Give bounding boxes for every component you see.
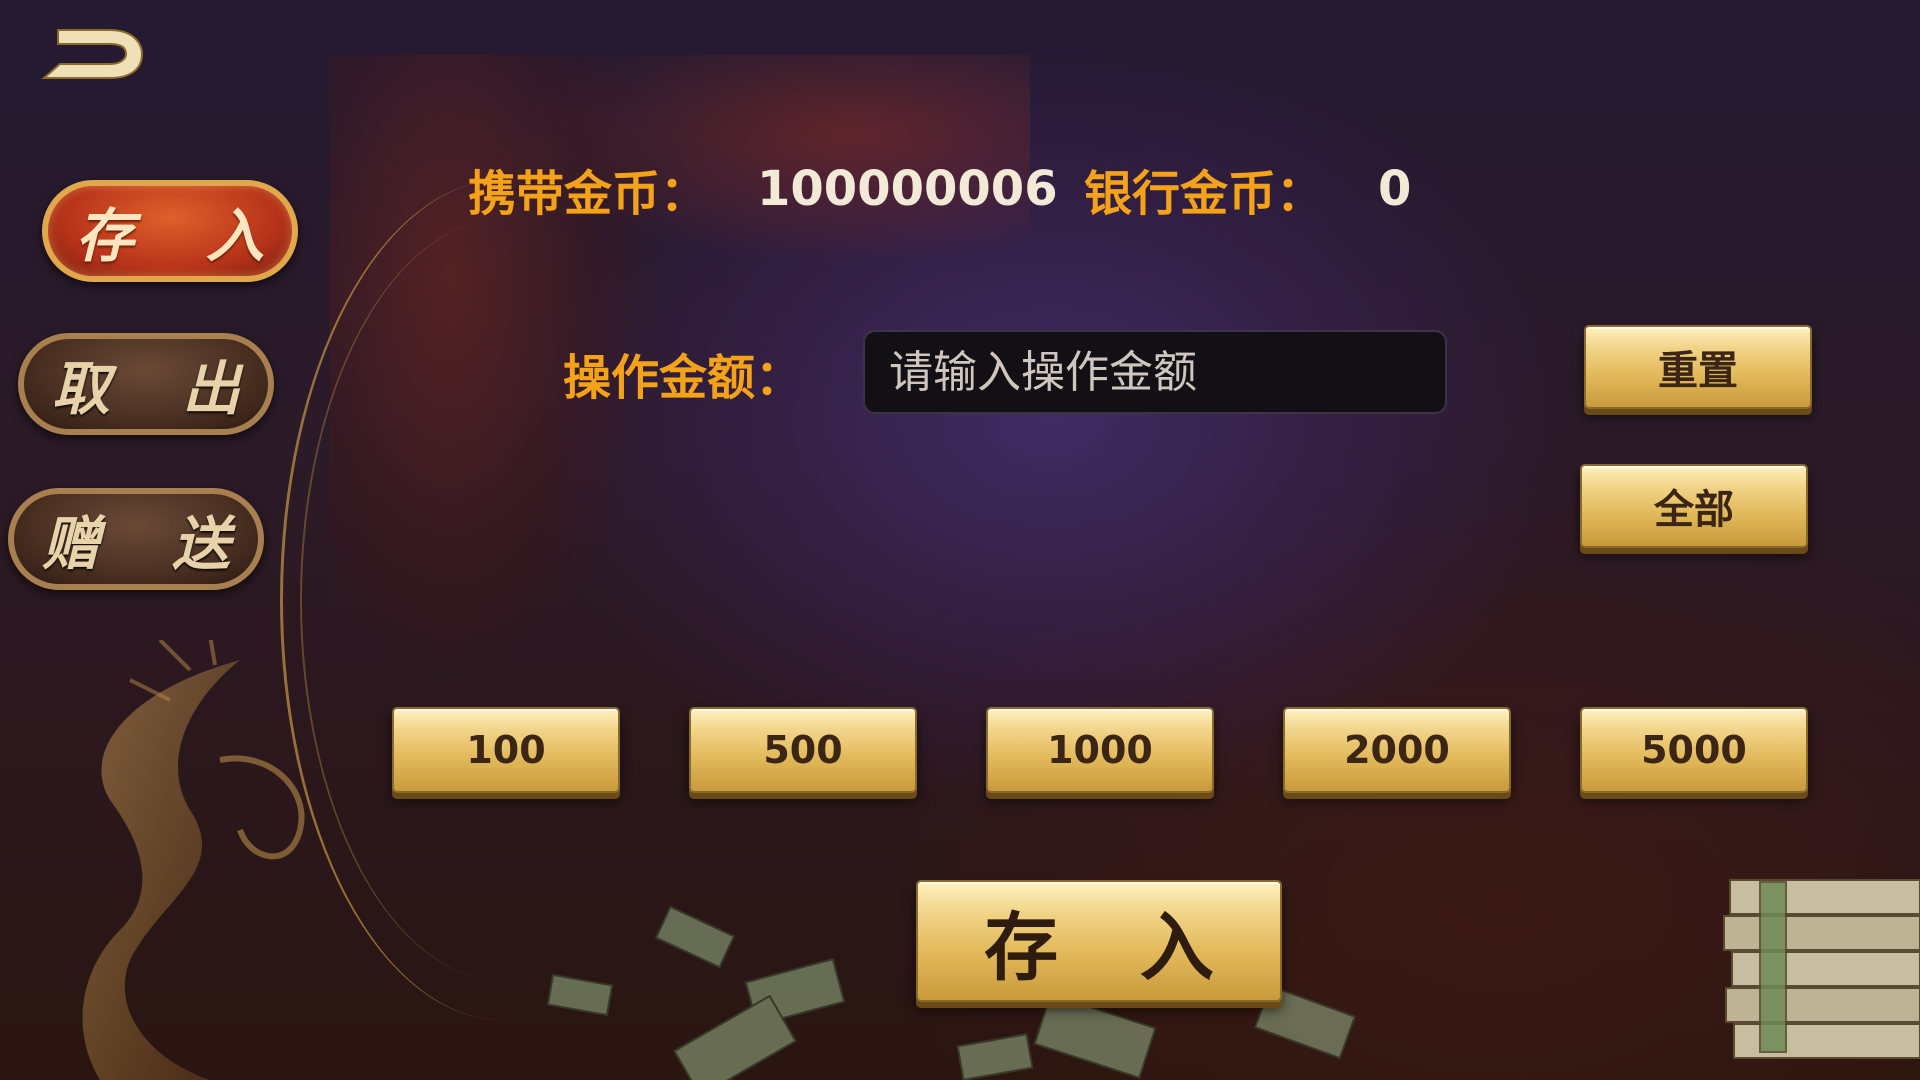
gold-arc-decoration-inner [300,220,502,980]
quick-amount-label: 100 [466,728,546,772]
operation-amount-input[interactable] [863,330,1447,414]
carry-coins-value: 100000006 [757,161,1058,217]
deposit-submit-label: 存 入 [984,904,1242,991]
reset-button[interactable]: 重置 [1584,325,1812,409]
tab-gift-label: 赠 送 [41,510,257,578]
quick-amount-1000-button[interactable]: 1000 [986,707,1214,793]
quick-amount-500-button[interactable]: 500 [689,707,917,793]
tab-deposit[interactable]: 存 入 [42,180,298,282]
tab-deposit-label: 存 入 [75,202,291,270]
quick-amount-2000-button[interactable]: 2000 [1283,707,1511,793]
back-arrow-icon [41,29,144,79]
quick-amount-label: 500 [763,728,843,772]
bank-screen: 存 入 取 出 赠 送 携带金币： 100000006 银行金币： 0 操作金额… [0,0,1920,1080]
all-button[interactable]: 全部 [1580,464,1808,548]
reset-button-label: 重置 [1658,348,1738,394]
gold-arc-decoration [280,180,503,1020]
carry-coins-label: 携带金币： [468,166,709,222]
quick-amount-label: 1000 [1047,728,1153,772]
tab-withdraw[interactable]: 取 出 [18,333,274,435]
quick-amount-100-button[interactable]: 100 [392,707,620,793]
bank-coins-value: 0 [1378,161,1412,217]
back-button[interactable] [38,16,148,86]
operation-amount-label: 操作金额： [563,350,804,406]
quick-amount-label: 2000 [1344,728,1450,772]
quick-amount-5000-button[interactable]: 5000 [1580,707,1808,793]
quick-amount-label: 5000 [1641,728,1747,772]
tab-withdraw-label: 取 出 [51,355,267,423]
bank-coins-label: 银行金币： [1084,166,1325,222]
deposit-submit-button[interactable]: 存 入 [916,880,1282,1002]
tab-gift[interactable]: 赠 送 [8,488,264,590]
money-stack-decoration [1723,879,1920,1059]
dragon-decoration [82,640,305,1080]
all-button-label: 全部 [1654,487,1734,533]
